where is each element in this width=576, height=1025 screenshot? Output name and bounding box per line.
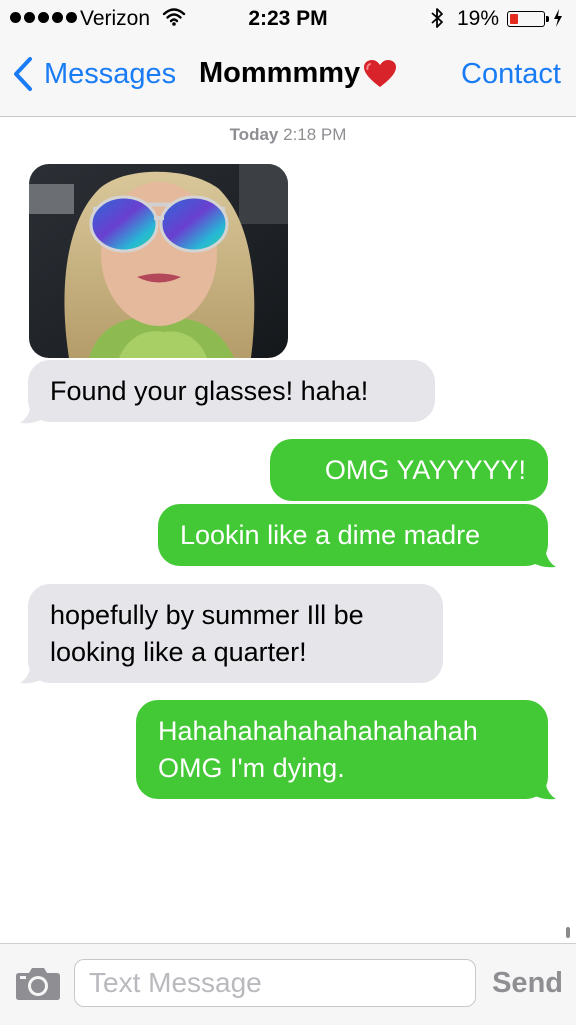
message-text-line: looking like a quarter! — [50, 636, 307, 667]
message-bubble-outgoing[interactable]: Hahahahahahahahahahah OMG I'm dying. — [136, 700, 548, 799]
contact-name: Mommmmy — [199, 57, 361, 89]
battery-icon — [507, 11, 545, 27]
charging-bolt-icon — [553, 8, 563, 32]
message-text: Lookin like a dime madre — [180, 519, 481, 550]
timestamp-day: Today — [229, 125, 279, 144]
message-bubble-outgoing[interactable]: Lookin like a dime madre — [158, 504, 548, 566]
send-button[interactable]: Send — [492, 967, 563, 1000]
message-text: Found your glasses! haha! — [50, 375, 369, 406]
back-label: Messages — [44, 57, 177, 90]
camera-icon[interactable] — [15, 967, 61, 1006]
message-timestamp: Today 2:18 PM — [0, 125, 576, 145]
heart-emoji-icon — [364, 59, 397, 87]
navigation-bar: Messages Mommmmy Contact — [0, 38, 576, 117]
message-text-line: OMG I'm dying. — [158, 752, 345, 783]
message-bubble-outgoing[interactable]: OMG YAYYYYY! — [270, 439, 548, 501]
image-message[interactable] — [29, 164, 288, 358]
message-text: OMG YAYYYYY! — [324, 454, 526, 485]
message-bubble-incoming[interactable]: Found your glasses! haha! — [28, 360, 435, 422]
chevron-left-icon — [14, 57, 32, 91]
conversation-title: Mommmmy — [199, 57, 397, 90]
contact-button[interactable]: Contact — [461, 58, 561, 91]
message-text-line: Hahahahahahahahahahah — [158, 715, 478, 746]
battery-percent: 19% — [457, 7, 500, 30]
composer-bar: Send — [0, 943, 576, 1025]
battery-level — [510, 14, 518, 24]
back-button[interactable]: Messages — [12, 56, 176, 92]
bluetooth-icon — [430, 6, 444, 36]
message-text-line: hopefully by summer Ill be — [50, 599, 364, 630]
scroll-indicator[interactable] — [566, 927, 570, 938]
battery-tip — [546, 16, 549, 22]
timestamp-time: 2:18 PM — [283, 125, 347, 144]
status-bar: Verizon 2:23 PM 19% — [0, 0, 576, 38]
message-bubble-incoming[interactable]: hopefully by summer Ill be looking like … — [28, 584, 443, 683]
message-input[interactable] — [74, 959, 476, 1007]
photo-thumbnail — [29, 164, 288, 358]
